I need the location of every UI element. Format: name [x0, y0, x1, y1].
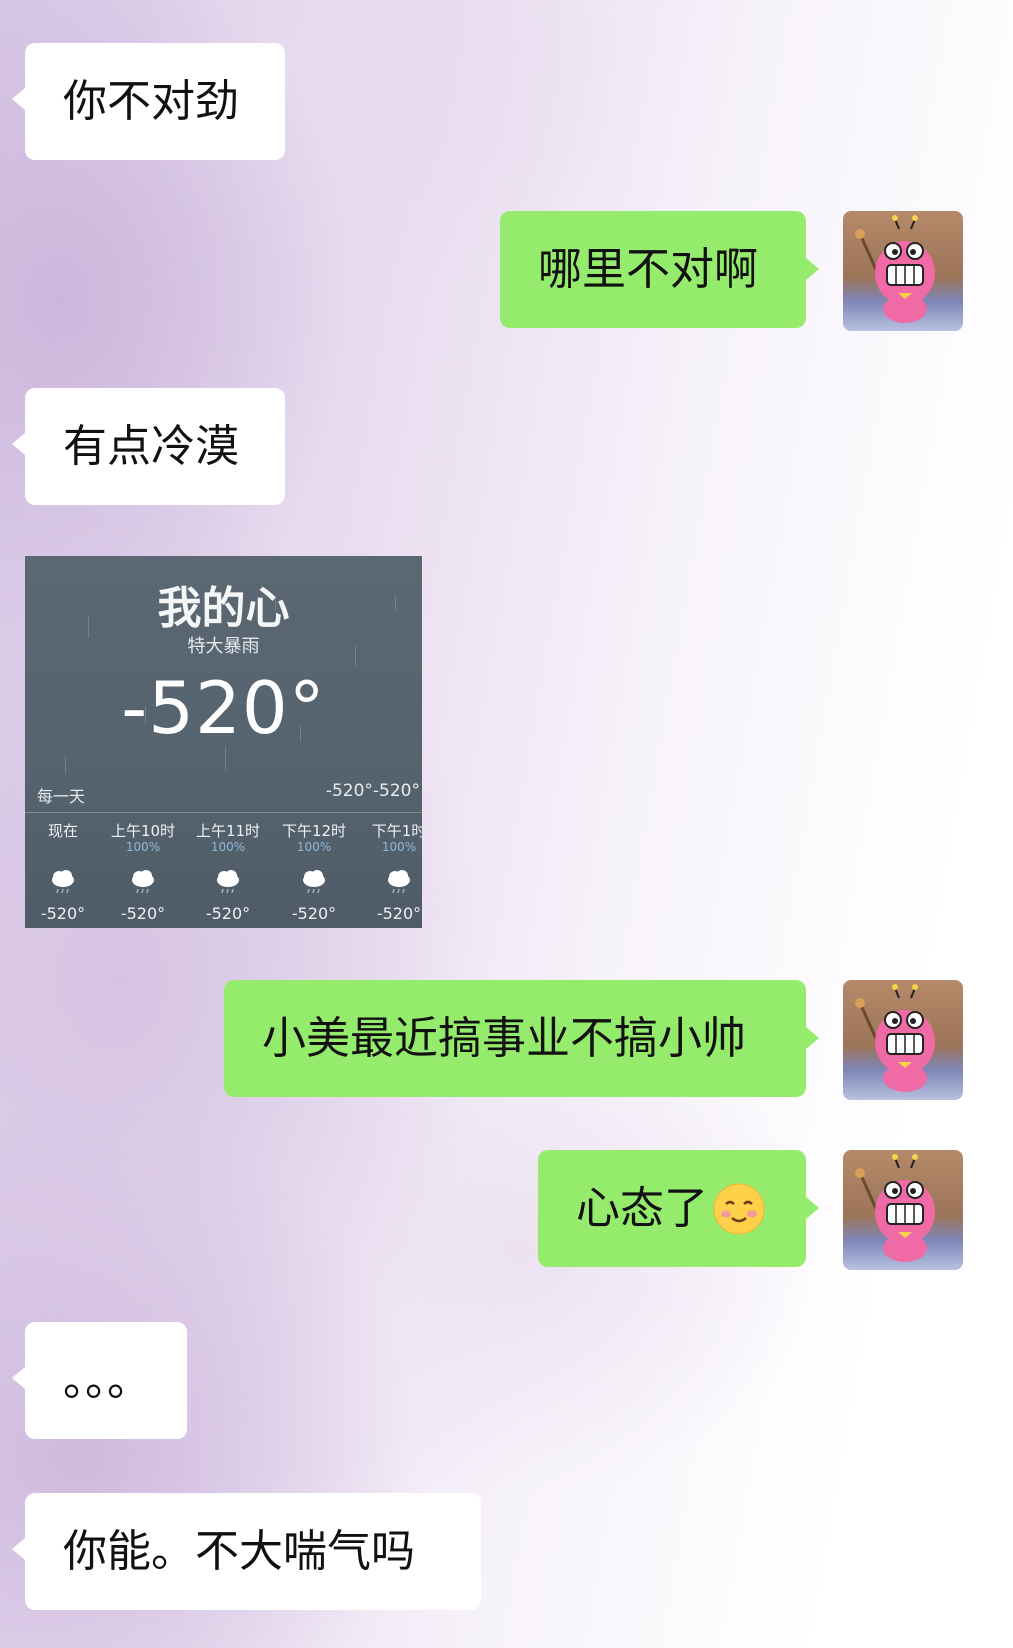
weather-hour-slot: 现在 -520°: [25, 820, 103, 923]
weather-hour-slot: 下午12时 100% -520°: [274, 820, 354, 923]
rain-cloud-icon: [52, 870, 74, 894]
weather-hour-pct: [25, 840, 103, 856]
weather-hour-pct: 100%: [381, 840, 417, 854]
message-text: 小美最近搞事业不搞小帅: [262, 1012, 746, 1064]
message-text: 你能。不大喘气吗: [63, 1525, 415, 1577]
pink-monster-avatar-icon: [855, 215, 935, 323]
weather-hour-time: 下午12时: [281, 822, 347, 840]
weather-hour-slot: 下午1时 100% -520°: [359, 820, 422, 923]
message-text: 你不对劲: [63, 75, 239, 127]
rain-cloud-icon: [303, 870, 325, 894]
avatar[interactable]: [843, 211, 963, 331]
bubble-tail: [12, 1538, 25, 1560]
weather-hour-temp: -520°: [205, 904, 251, 923]
bubble-tail: [806, 1027, 819, 1049]
message-bubble[interactable]: 小美最近搞事业不搞小帅: [224, 980, 806, 1097]
weather-temperature: -520°: [121, 666, 326, 750]
rain-cloud-icon: [132, 870, 154, 894]
weather-hour-time: 上午10时: [110, 822, 176, 840]
weather-condition: 特大暴雨: [187, 636, 260, 657]
weather-hour-temp: -520°: [120, 904, 166, 923]
smiling-face-with-blush-icon: [713, 1183, 765, 1234]
avatar[interactable]: [843, 980, 963, 1100]
message-bubble[interactable]: 有点冷漠: [25, 388, 285, 505]
weather-hour-time: 现在: [47, 822, 78, 840]
bubble-tail: [12, 1367, 25, 1389]
weather-daily-range: -520°-520°: [325, 781, 420, 801]
message-text: 心态了: [576, 1182, 708, 1234]
weather-hour-temp: -520°: [376, 904, 422, 923]
rain-cloud-icon: [217, 870, 239, 894]
weather-hour-temp: -520°: [40, 904, 86, 923]
weather-image-card[interactable]: 我的心 特大暴雨 -520° 每一天 -520°-520° 现在 -520° 上…: [25, 556, 422, 928]
message-text: 有点冷漠: [63, 420, 239, 472]
weather-hour-time: 上午11时: [195, 822, 261, 840]
bubble-tail: [12, 433, 25, 455]
message-bubble[interactable]: 你不对劲: [25, 43, 285, 160]
weather-hour-slot: 上午11时 100% -520°: [188, 820, 268, 923]
message-bubble[interactable]: 。。。: [25, 1322, 187, 1439]
rain-cloud-icon: [388, 870, 410, 894]
weather-daily-label: 每一天: [37, 787, 86, 806]
message-text: 。。。: [63, 1354, 151, 1406]
weather-title: 我的心: [157, 583, 290, 634]
pink-monster-avatar-icon: [855, 984, 935, 1092]
message-bubble[interactable]: 你能。不大喘气吗: [25, 1493, 481, 1610]
weather-hour-pct: 100%: [296, 840, 332, 854]
weather-hour-temp: -520°: [291, 904, 337, 923]
weather-hour-pct: 100%: [210, 840, 246, 854]
bubble-tail: [806, 1197, 819, 1219]
weather-hour-pct: 100%: [125, 840, 161, 854]
message-bubble[interactable]: 哪里不对啊: [500, 211, 806, 328]
weather-hour-slot: 上午10时 100% -520°: [103, 820, 183, 923]
weather-divider: [25, 812, 422, 813]
message-text: 哪里不对啊: [538, 243, 758, 295]
avatar[interactable]: [843, 1150, 963, 1270]
message-bubble[interactable]: 心态了: [538, 1150, 806, 1267]
bubble-tail: [806, 258, 819, 280]
bubble-tail: [12, 88, 25, 110]
pink-monster-avatar-icon: [855, 1154, 935, 1262]
weather-hour-time: 下午1时: [371, 822, 422, 840]
